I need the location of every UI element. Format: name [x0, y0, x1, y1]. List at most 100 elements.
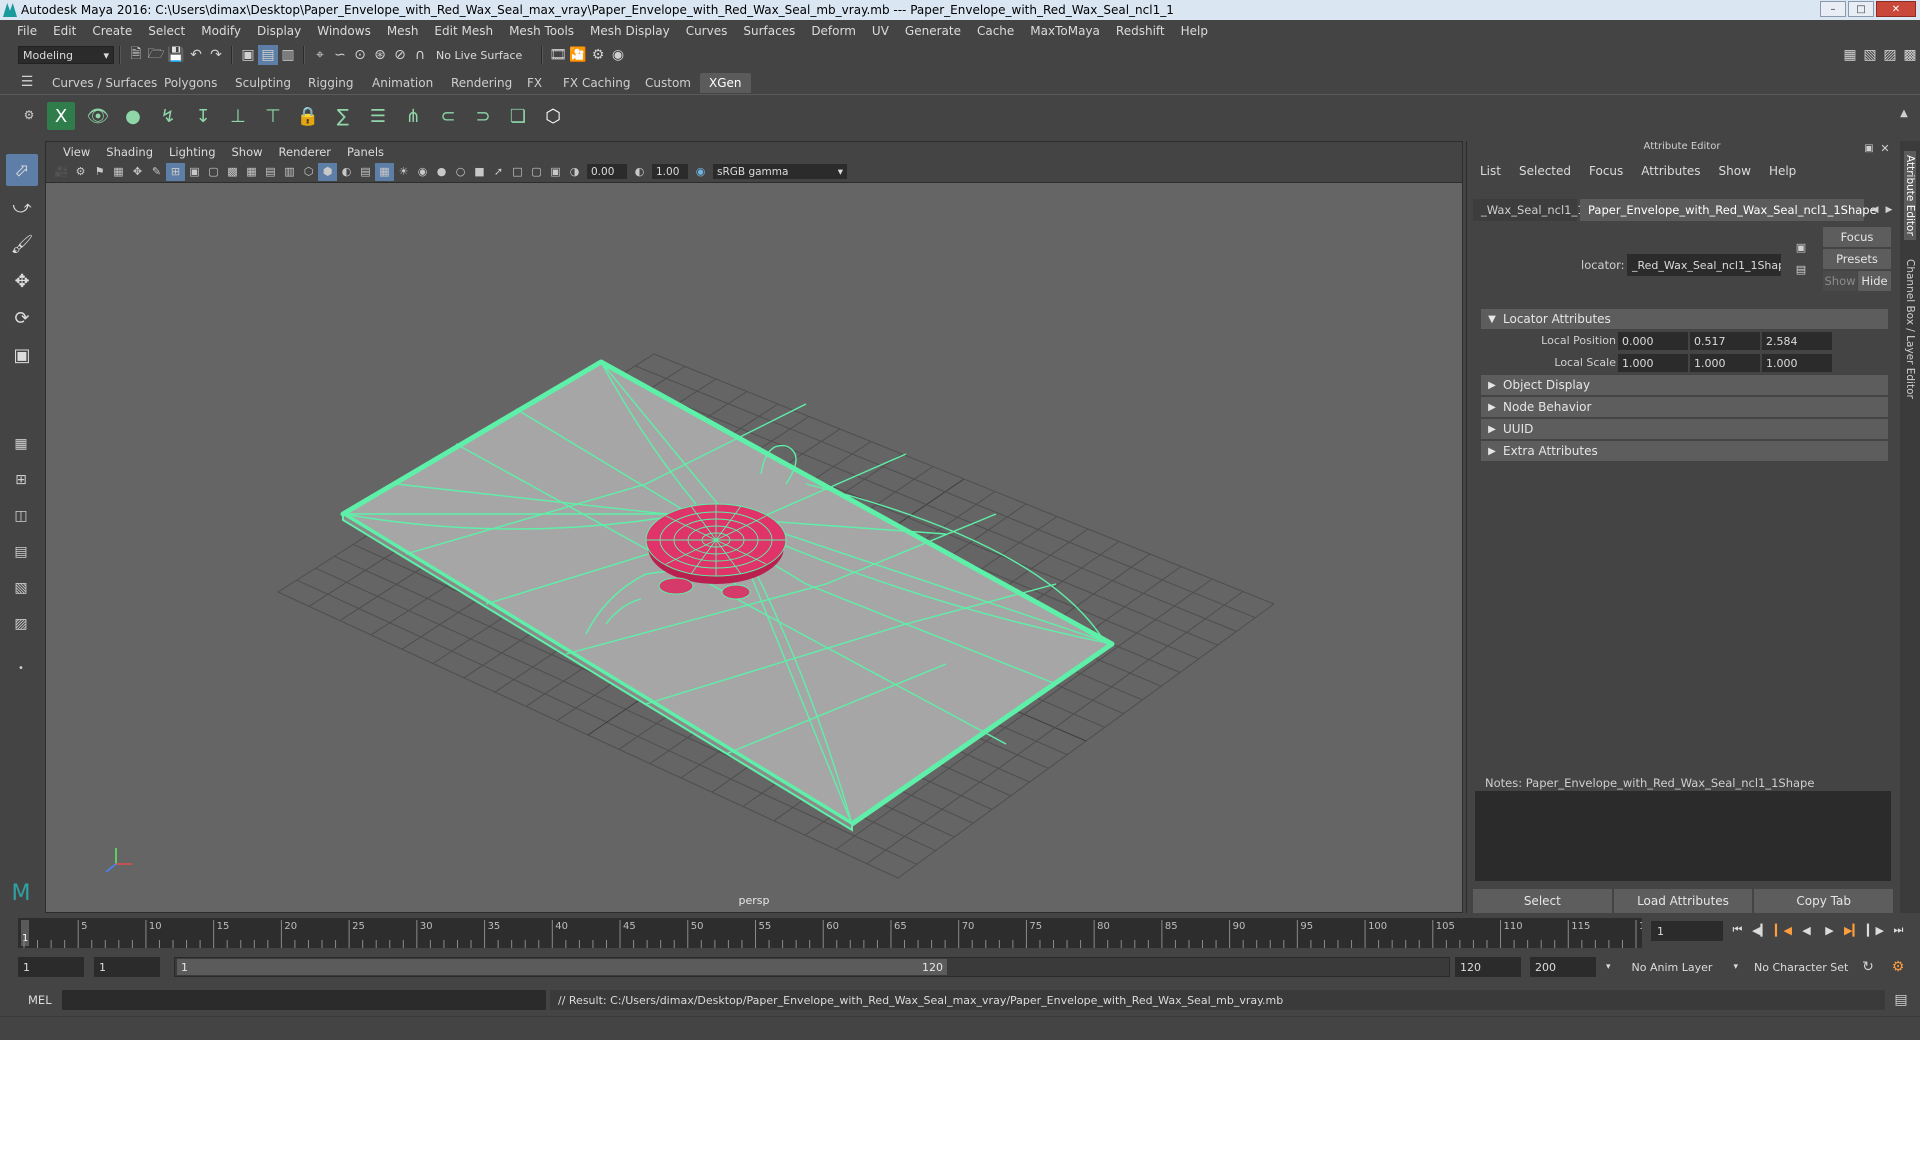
step-forward-frame-icon[interactable]: ▎▶ [1866, 920, 1885, 940]
menu-deform[interactable]: Deform [803, 24, 864, 38]
two-d-pan-icon[interactable]: ✥ [128, 163, 147, 181]
viewport-menu-shading[interactable]: Shading [98, 145, 161, 159]
attr-menu-attributes[interactable]: Attributes [1632, 164, 1709, 178]
ipr-render-icon[interactable]: 🎦 [568, 45, 588, 65]
shelf-tab-rigging[interactable]: Rigging [299, 73, 362, 93]
safe-title-icon[interactable]: ▥ [280, 163, 299, 181]
open-scene-icon[interactable]: 🗁 [146, 45, 166, 65]
anim-preferences-icon[interactable]: ⚙ [1888, 957, 1908, 977]
load-attributes-button[interactable]: Load Attributes [1613, 889, 1753, 913]
snap-surface-icon[interactable]: ⊘ [390, 45, 410, 65]
motion-blur-icon[interactable]: ○ [451, 163, 470, 181]
attr-menu-show[interactable]: Show [1710, 164, 1760, 178]
scale-tool-icon[interactable]: ▣ [6, 339, 38, 371]
range-handle[interactable]: 1 120 [177, 959, 947, 975]
play-forwards-icon[interactable]: ▶ [1820, 920, 1839, 940]
section-uuid[interactable]: ▶ UUID [1481, 419, 1888, 439]
bookmark-icon[interactable]: ⚑ [90, 163, 109, 181]
menu-curves[interactable]: Curves [678, 24, 736, 38]
viewport-menu-lighting[interactable]: Lighting [161, 145, 223, 159]
layout-two-side-icon[interactable]: ◫ [7, 502, 35, 530]
menu-modify[interactable]: Modify [193, 24, 249, 38]
attr-menu-selected[interactable]: Selected [1510, 164, 1580, 178]
viewport-menu-view[interactable]: View [55, 145, 98, 159]
shelf-tab-sculpting[interactable]: Sculpting [226, 73, 300, 93]
local-position-z-field[interactable]: 2.584 [1762, 332, 1832, 350]
time-slider[interactable]: 1 5 10 15 20 25 30 35 40 45 50 55 60 65 70 75 80 85 90 95 1… [0, 914, 1920, 954]
shelf-tab-rendering[interactable]: Rendering [442, 73, 521, 93]
xgen-layers-icon[interactable]: ☰ [364, 102, 392, 130]
menu-surfaces[interactable]: Surfaces [735, 24, 803, 38]
textured-icon[interactable]: ▦ [375, 162, 394, 181]
isolate-select-icon[interactable]: ➚ [489, 163, 508, 181]
shelf-options-icon[interactable]: ⚙ [21, 107, 37, 123]
tab-scroll-right-icon[interactable]: ▶ [1879, 200, 1899, 220]
mode-selector[interactable]: Modeling ▾ [18, 46, 114, 64]
undo-icon[interactable]: ↶ [186, 45, 206, 65]
viewport-menu-renderer[interactable]: Renderer [271, 145, 340, 159]
section-locator-attributes[interactable]: ▼ Locator Attributes [1481, 309, 1888, 329]
playback-start-field[interactable]: 1 [94, 957, 160, 977]
layout-outliner-icon[interactable]: ▨ [7, 610, 35, 638]
menu-cache[interactable]: Cache [969, 24, 1022, 38]
xgen-bend-icon[interactable]: ∑ [329, 102, 357, 130]
attr-menu-help[interactable]: Help [1760, 164, 1805, 178]
snap-curve-icon[interactable]: ∽ [330, 45, 350, 65]
menu-windows[interactable]: Windows [309, 24, 379, 38]
command-input[interactable] [62, 990, 546, 1010]
default-material-icon[interactable]: ◐ [337, 163, 356, 181]
xgen-add-guide-icon[interactable]: ↧ [189, 102, 217, 130]
anim-layer-dropdown[interactable]: ▾ No Anim Layer ▾ [1600, 957, 1744, 977]
menu-help[interactable]: Help [1173, 24, 1216, 38]
range-bar[interactable]: 1 120 [174, 957, 1450, 977]
node-tab-shape[interactable]: Paper_Envelope_with_Red_Wax_Seal_ncl1_1S… [1580, 199, 1877, 221]
field-chart-icon[interactable]: ▦ [242, 163, 261, 181]
xgen-clump-icon[interactable]: ⋔ [399, 102, 427, 130]
close-panel-icon[interactable]: ✕ [1875, 138, 1895, 158]
maximize-icon[interactable]: □ [1848, 1, 1874, 17]
side-tab-channel-box[interactable]: Channel Box / Layer Editor [1904, 259, 1916, 399]
locator-name-field[interactable]: _Red_Wax_Seal_ncl1_1Shape [1627, 254, 1781, 276]
xray-components-icon[interactable]: ▣ [546, 163, 565, 181]
gamma-icon[interactable]: ◐ [630, 163, 649, 181]
xgen-guide-length-icon[interactable]: ⊤ [259, 102, 287, 130]
render-settings-icon[interactable]: ⚙ [588, 45, 608, 65]
menu-mesh[interactable]: Mesh [379, 24, 427, 38]
shelf-tab-polygons[interactable]: Polygons [155, 73, 226, 93]
layout-single-icon[interactable]: ▦ [7, 430, 35, 458]
color-management-icon[interactable]: ◉ [691, 163, 710, 181]
xgen-create-description-icon[interactable]: ● [119, 102, 147, 130]
channel-box-icon[interactable]: ▩ [1900, 45, 1920, 65]
layout-four-icon[interactable]: ⊞ [7, 466, 35, 494]
rotate-tool-icon[interactable]: ⟳ [6, 302, 38, 334]
step-back-frame-icon[interactable]: ◀▎ [1751, 920, 1770, 940]
live-surface-label[interactable]: No Live Surface [436, 49, 536, 62]
shelf-scroll-icon[interactable]: ▲ [1894, 103, 1914, 123]
xgen-hexagon-icon[interactable]: ⬡ [539, 102, 567, 130]
tool-settings-icon[interactable]: ▨ [1880, 45, 1900, 65]
shelf-tab-xgen[interactable]: XGen [700, 73, 751, 93]
node-tab-transform[interactable]: _Wax_Seal_ncl1_1 [1473, 199, 1585, 221]
select-component-icon[interactable]: ▥ [278, 45, 298, 65]
local-scale-y-field[interactable]: 1.000 [1690, 354, 1760, 372]
shelf-tab-custom[interactable]: Custom [636, 73, 700, 93]
menu-create[interactable]: Create [84, 24, 140, 38]
film-gate-icon[interactable]: ▣ [185, 163, 204, 181]
grease-pencil-icon[interactable]: ✎ [147, 163, 166, 181]
menu-file[interactable]: File [9, 24, 45, 38]
snap-view-icon[interactable]: ⊛ [370, 45, 390, 65]
shelf-tab-fx[interactable]: FX [518, 73, 551, 93]
menu-edit[interactable]: Edit [45, 24, 84, 38]
xgen-sculpt-guide-icon[interactable]: ⊥ [224, 102, 252, 130]
smooth-shade-icon[interactable]: ⬢ [318, 162, 337, 181]
xray-icon[interactable]: □ [508, 163, 527, 181]
screen-space-ao-icon[interactable]: ● [432, 163, 451, 181]
notes-textarea[interactable] [1475, 791, 1891, 881]
lasso-tool-icon[interactable]: ⤻ [6, 191, 38, 223]
minimize-icon[interactable]: – [1820, 1, 1846, 17]
menu-display[interactable]: Display [249, 24, 309, 38]
redo-icon[interactable]: ↷ [206, 45, 226, 65]
local-position-x-field[interactable]: 0.000 [1618, 332, 1688, 350]
select-button[interactable]: Select [1473, 889, 1612, 913]
xgen-noise-icon[interactable]: ❏ [504, 102, 532, 130]
